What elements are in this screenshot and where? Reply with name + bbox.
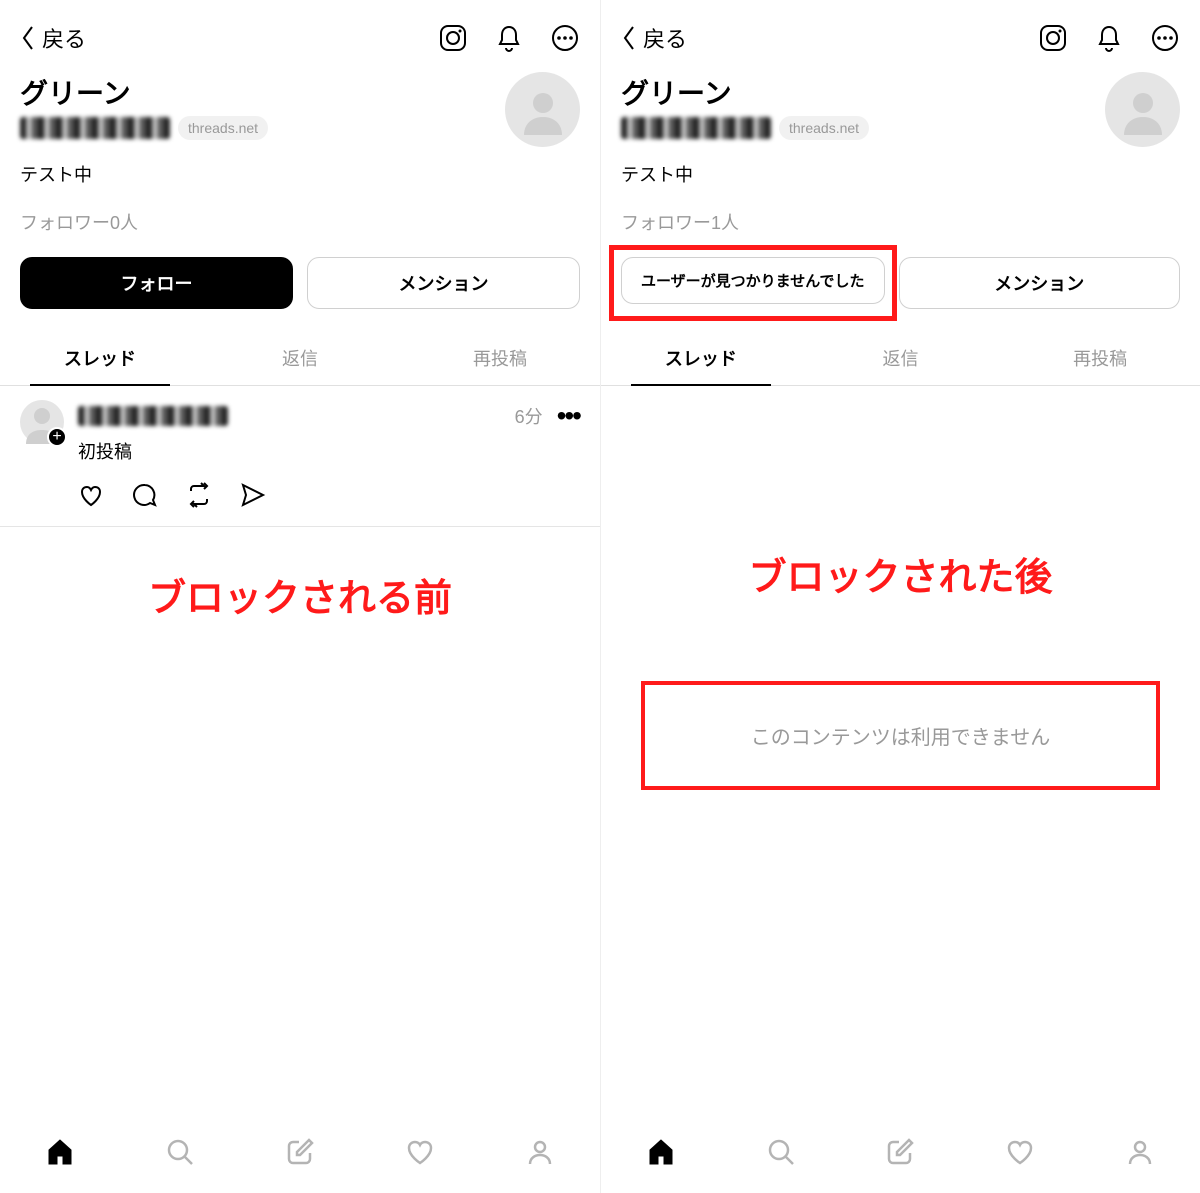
followers-count[interactable]: フォロワー1人 bbox=[621, 209, 1180, 235]
more-icon[interactable] bbox=[550, 23, 580, 53]
profile-bio: テスト中 bbox=[20, 161, 580, 187]
domain-badge: threads.net bbox=[178, 116, 268, 140]
repost-icon[interactable] bbox=[186, 482, 212, 508]
nav-home-icon[interactable] bbox=[45, 1137, 75, 1167]
nav-compose-icon[interactable] bbox=[885, 1137, 915, 1167]
tabs: スレッド 返信 再投稿 bbox=[0, 331, 600, 386]
screen-before: 戻る グリーン threads.net テスト中 フォロワー0人 フォロー メン bbox=[0, 0, 600, 1193]
post-author bbox=[78, 406, 228, 426]
post-avatar[interactable]: + bbox=[20, 400, 64, 444]
follow-button[interactable]: フォロー bbox=[20, 257, 293, 309]
add-icon[interactable]: + bbox=[47, 427, 67, 447]
nav-search-icon[interactable] bbox=[165, 1137, 195, 1167]
profile-handle bbox=[621, 117, 771, 139]
content-unavailable-text: このコンテンツは利用できません bbox=[751, 727, 1050, 749]
profile-handle bbox=[20, 117, 170, 139]
avatar[interactable] bbox=[1105, 72, 1180, 147]
nav-activity-icon[interactable] bbox=[405, 1137, 435, 1167]
nav-home-icon[interactable] bbox=[646, 1137, 676, 1167]
comment-icon[interactable] bbox=[132, 482, 158, 508]
nav-activity-icon[interactable] bbox=[1005, 1137, 1035, 1167]
heart-icon[interactable] bbox=[78, 482, 104, 508]
navbar bbox=[0, 1119, 600, 1193]
header: 戻る bbox=[601, 0, 1200, 72]
tab-replies[interactable]: 返信 bbox=[801, 331, 1001, 385]
highlight-not-found: ユーザーが見つかりませんでした bbox=[621, 257, 885, 309]
tab-replies[interactable]: 返信 bbox=[200, 331, 400, 385]
domain-badge: threads.net bbox=[779, 116, 869, 140]
profile-bio: テスト中 bbox=[621, 161, 1180, 187]
post-item[interactable]: + 6分 ••• 初投稿 bbox=[0, 386, 600, 527]
share-icon[interactable] bbox=[240, 482, 266, 508]
tab-reposts[interactable]: 再投稿 bbox=[1000, 331, 1200, 385]
tabs: スレッド 返信 再投稿 bbox=[601, 331, 1200, 386]
mention-button[interactable]: メンション bbox=[899, 257, 1181, 309]
header-actions bbox=[438, 23, 580, 53]
bell-icon[interactable] bbox=[1094, 23, 1124, 53]
navbar bbox=[601, 1119, 1200, 1193]
instagram-icon[interactable] bbox=[1038, 23, 1068, 53]
nav-search-icon[interactable] bbox=[766, 1137, 796, 1167]
tab-reposts[interactable]: 再投稿 bbox=[400, 331, 600, 385]
caption-before: ブロックされる前 bbox=[0, 567, 600, 622]
content-unavailable-box: このコンテンツは利用できません bbox=[641, 681, 1160, 790]
chevron-left-icon bbox=[621, 25, 637, 51]
tab-threads[interactable]: スレッド bbox=[601, 331, 801, 385]
person-icon bbox=[518, 85, 568, 135]
post-more-icon[interactable]: ••• bbox=[557, 400, 580, 432]
back-label: 戻る bbox=[643, 22, 687, 54]
followers-count[interactable]: フォロワー0人 bbox=[20, 209, 580, 235]
header-actions bbox=[1038, 23, 1180, 53]
back-button[interactable]: 戻る bbox=[20, 22, 86, 54]
profile-section: グリーン threads.net テスト中 フォロワー1人 bbox=[601, 72, 1200, 235]
chevron-left-icon bbox=[20, 25, 36, 51]
mention-button[interactable]: メンション bbox=[307, 257, 580, 309]
back-button[interactable]: 戻る bbox=[621, 22, 687, 54]
action-row: ユーザーが見つかりませんでした メンション bbox=[621, 257, 1180, 309]
action-row: フォロー メンション bbox=[20, 257, 580, 309]
header: 戻る bbox=[0, 0, 600, 72]
post-actions bbox=[78, 482, 580, 508]
profile-section: グリーン threads.net テスト中 フォロワー0人 bbox=[0, 72, 600, 235]
bell-icon[interactable] bbox=[494, 23, 524, 53]
instagram-icon[interactable] bbox=[438, 23, 468, 53]
tab-threads[interactable]: スレッド bbox=[0, 331, 200, 385]
nav-compose-icon[interactable] bbox=[285, 1137, 315, 1167]
nav-profile-icon[interactable] bbox=[1125, 1137, 1155, 1167]
post-text: 初投稿 bbox=[78, 438, 580, 464]
profile-name: グリーン bbox=[621, 72, 869, 112]
back-label: 戻る bbox=[42, 22, 86, 54]
avatar[interactable] bbox=[505, 72, 580, 147]
nav-profile-icon[interactable] bbox=[525, 1137, 555, 1167]
profile-name: グリーン bbox=[20, 72, 268, 112]
screen-after: 戻る グリーン threads.net テスト中 フォロワー1人 ユーザー bbox=[600, 0, 1200, 1193]
caption-after: ブロックされた後 bbox=[601, 546, 1200, 601]
person-icon bbox=[1118, 85, 1168, 135]
post-time: 6分 bbox=[515, 403, 543, 429]
more-icon[interactable] bbox=[1150, 23, 1180, 53]
user-not-found-button[interactable]: ユーザーが見つかりませんでした bbox=[621, 257, 885, 304]
